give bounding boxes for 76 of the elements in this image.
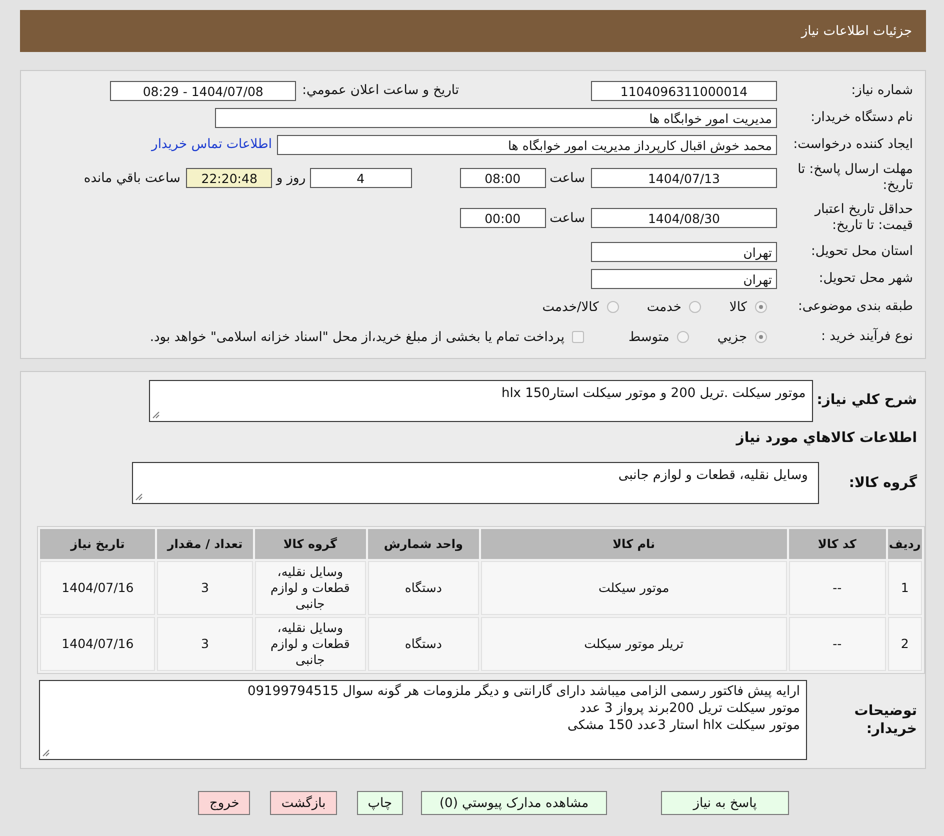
table-cell: -- [788,561,886,615]
field-label: نام دستگاه خريدار: [810,110,914,126]
checkbox[interactable] [572,331,584,343]
contact-link[interactable]: اطلاعات تماس خريدار [152,137,272,152]
radio-button[interactable] [689,301,702,313]
radio-button[interactable] [606,301,619,313]
field-label: ساعت [550,170,585,186]
exit-button[interactable]: خروج [198,791,250,815]
field-label: ساعت باقي مانده [84,170,180,186]
resize-grip-icon[interactable] [134,493,143,501]
option-label: کالا [729,300,747,314]
table-cell: 3 [157,561,252,615]
text-field[interactable]: 4 [310,168,412,188]
page-title: جزئیات اطلاعات نیاز [801,24,912,38]
text-field[interactable]: 1404/08/30 [591,208,777,228]
resize-grip-icon[interactable] [152,411,160,419]
option-label: خدمت [646,300,682,314]
text-field[interactable]: 00:00 [460,208,546,228]
field-label: روز و [276,170,306,186]
table-cell: دستگاه [368,617,480,671]
reply-button[interactable]: پاسخ به نیاز [661,791,789,815]
option-label: متوسط [628,330,670,344]
field-label: توضیحات خریدار: [853,702,918,738]
table-cell: تریلر موتور سیکلت [481,617,787,671]
field-label: ساعت [550,210,585,226]
print-button[interactable]: چاپ [356,791,403,815]
radio-button[interactable] [677,331,690,343]
field-label: مهلت ارسال پاسخ: تا تاریخ: [796,162,914,194]
column-header: گروه کالا [254,529,366,559]
countdown-field[interactable]: 22:20:48 [186,168,272,188]
field-label: شهر محل تحویل: [818,270,914,286]
checkbox-label: پرداخت تمام یا بخشی از مبلغ خرید،از محل "اسناد خزانه اسلامی" خواهد بود. [150,330,564,344]
text-field[interactable]: محمد خوش اقبال کارپرداز مدیریت امور خوابگاه ها [277,134,777,154]
summary-field[interactable]: موتور سیکلت .تریل 200 و موتور سیکلت استار150 hlx [148,380,813,422]
resize-grip-icon[interactable] [42,749,50,757]
table-cell: دستگاه [368,561,480,615]
table-cell: 1404/07/16 [40,561,156,615]
notes-field[interactable]: ارایه پیش فاکتور رسمی الزامی میباشد دارای گارانتی و دیگر ملزومات هر گونه سوال 09199794515 موتور سیکلت تریل 200برند پرواز 3 عدد موتور سیکلت hlx استار 3عدد 150 مشکی [39,680,807,760]
radio-button[interactable] [755,301,767,313]
back-button[interactable]: بازگشت [270,791,337,815]
attachments-button[interactable]: مشاهده مدارک پیوستي (0) [421,791,607,815]
field-label: استان محل تحویل: [810,244,914,260]
column-header: نام کالا [481,529,787,559]
field-label: حداقل تاريخ اعتبار قيمت: تا تاريخ: [813,202,914,234]
option-label: جزيي [717,330,747,344]
column-header: ردیف [888,529,922,559]
table-cell: 1 [888,561,922,615]
field-label: شماره نیاز: [850,82,914,98]
section-heading: اطلاعات کالاهاي مورد نياز [734,430,918,446]
option-label: کالا/خدمت [542,300,599,314]
goods-group-field[interactable]: وسایل نقلیه، قطعات و لوازم جانبی [132,462,819,504]
radio-button[interactable] [755,331,767,343]
field-label: ایجاد کننده درخواست: [792,136,914,152]
table-cell: 2 [888,617,922,671]
table-cell: موتور سیکلت [481,561,787,615]
table-cell: -- [788,617,886,671]
table-cell: وسایل نقلیه، قطعات و لوازم جانبی [254,617,366,671]
text-field[interactable]: مدیریت امور خوابگاه ها [215,108,777,128]
text-field[interactable]: تهران [591,268,777,288]
field-label: شرح کلي نياز: [816,392,918,408]
column-header: تاریخ نیاز [40,529,156,559]
column-header: کد کالا [788,529,886,559]
table-cell: وسایل نقلیه، قطعات و لوازم جانبی [254,561,366,615]
text-field[interactable]: 08:00 [460,168,546,188]
column-header: تعداد / مقدار [157,529,252,559]
text-field[interactable]: 1404/07/13 [591,168,777,188]
text-field[interactable]: تهران [591,242,777,262]
column-header: واحد شمارش [368,529,480,559]
field-label: تاريخ و ساعت اعلان عمومي: [302,83,459,98]
field-label: گروه کالا: [848,475,918,491]
table-cell: 1404/07/16 [40,617,156,671]
text-field[interactable]: 1104096311000014 [591,80,777,100]
table-cell: 3 [157,617,252,671]
text-field[interactable]: 1404/07/08 - 08:29 [110,80,296,100]
field-label: طبقه بندی موضوعی: [796,299,914,315]
field-label: نوع فرآیند خرید : [820,329,914,345]
